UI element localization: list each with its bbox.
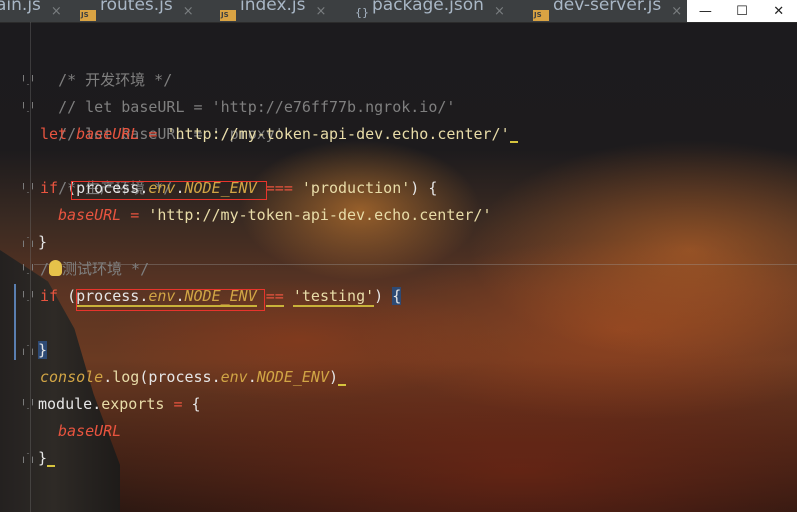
code-line[interactable]: /* 生产环境 */ bbox=[40, 148, 172, 197]
js-file-icon: JS bbox=[80, 9, 96, 21]
code-line[interactable]: // let baseURL = 'http://e76ff77b.ngrok.… bbox=[40, 67, 455, 116]
tab-label: dev-server.js bbox=[553, 0, 662, 15]
operator: = bbox=[130, 206, 140, 224]
close-icon[interactable]: × bbox=[183, 4, 194, 19]
code-line[interactable]: /* 开发环境 */ bbox=[40, 40, 172, 89]
comment: 测试环境 */ bbox=[62, 260, 150, 278]
string: 'production' bbox=[301, 179, 411, 197]
variable: baseURL bbox=[58, 206, 122, 224]
code-line[interactable]: let baseURL = 'http://my-token-api-dev.e… bbox=[40, 121, 518, 148]
matched-brace: { bbox=[392, 287, 402, 305]
lightbulb-icon[interactable] bbox=[49, 260, 63, 276]
code-line[interactable]: baseURL bbox=[58, 418, 121, 445]
tab-label: ain.js bbox=[0, 0, 41, 15]
code-line[interactable]: } bbox=[38, 337, 48, 364]
identifier: console bbox=[40, 368, 104, 386]
identifier: env bbox=[148, 287, 176, 307]
string: 'testing' bbox=[292, 287, 375, 307]
close-icon[interactable]: × bbox=[316, 4, 327, 19]
text-cursor bbox=[338, 384, 347, 386]
identifier: process bbox=[76, 179, 140, 197]
method: log bbox=[112, 368, 140, 386]
tab-routes-js[interactable]: JS routes.js × bbox=[80, 0, 194, 22]
brace: } bbox=[38, 233, 48, 251]
code-line[interactable]: module.exports = { bbox=[38, 391, 201, 418]
matched-brace: } bbox=[38, 341, 48, 359]
property: exports bbox=[101, 395, 165, 413]
code-line[interactable]: if (process.env.NODE_ENV == 'testing') { bbox=[40, 283, 402, 310]
operator: = bbox=[148, 125, 158, 143]
code-line[interactable]: if (process.env.NODE_ENV === 'production… bbox=[40, 175, 437, 202]
operator: = bbox=[173, 395, 183, 413]
minimize-icon[interactable]: — bbox=[690, 4, 720, 19]
identifier: process bbox=[148, 368, 212, 386]
string: 'http://my-token-api-dev.echo.center/' bbox=[148, 206, 492, 224]
brace: } bbox=[38, 449, 48, 467]
variable: baseURL bbox=[58, 422, 122, 440]
code-line[interactable]: baseURL = 'http://my-token-api-dev.echo.… bbox=[58, 202, 491, 229]
code-line[interactable]: / 测试环境 */ bbox=[40, 256, 149, 283]
code-line[interactable]: } bbox=[38, 445, 56, 472]
keyword: if bbox=[40, 287, 59, 305]
variable: baseURL bbox=[76, 125, 140, 143]
tab-label: index.js bbox=[240, 0, 306, 15]
window-controls: — ☐ ✕ bbox=[687, 0, 797, 22]
identifier: NODE_ENV bbox=[184, 287, 257, 307]
tab-index-js[interactable]: JS index.js × bbox=[220, 0, 326, 22]
tab-label: routes.js bbox=[100, 0, 173, 15]
maximize-icon[interactable]: ☐ bbox=[727, 4, 757, 19]
json-file-icon: {} bbox=[355, 6, 369, 19]
text-cursor bbox=[509, 141, 518, 143]
keyword: if bbox=[40, 179, 59, 197]
identifier: NODE_ENV bbox=[184, 179, 257, 197]
js-file-icon: JS bbox=[220, 9, 236, 21]
tab-package-json[interactable]: {} package.json × bbox=[355, 0, 505, 22]
js-file-icon: JS bbox=[533, 9, 549, 21]
close-icon[interactable]: × bbox=[51, 4, 62, 19]
editor-tab-bar: ain.js × JS routes.js × JS index.js × {}… bbox=[0, 0, 797, 23]
current-block-indicator bbox=[14, 284, 16, 360]
code-line[interactable]: } bbox=[38, 229, 47, 256]
identifier: env bbox=[220, 368, 248, 386]
text-cursor bbox=[47, 465, 56, 467]
identifier: NODE_ENV bbox=[256, 368, 329, 386]
code-line[interactable]: // let baseURL = '/proxy' bbox=[40, 94, 284, 143]
identifier: env bbox=[148, 179, 176, 197]
close-icon[interactable]: × bbox=[671, 4, 682, 19]
string: 'http://my-token-api-dev.echo.center/' bbox=[166, 125, 510, 143]
tab-dev-server-js[interactable]: JS dev-server.js × bbox=[533, 0, 682, 22]
close-window-icon[interactable]: ✕ bbox=[764, 4, 794, 19]
tab-label: package.json bbox=[372, 0, 484, 15]
operator: == bbox=[265, 287, 284, 307]
close-icon[interactable]: × bbox=[494, 4, 505, 19]
identifier: process bbox=[76, 287, 140, 307]
keyword: let bbox=[40, 125, 68, 143]
tab-main-js[interactable]: ain.js × bbox=[0, 0, 62, 22]
identifier: module bbox=[38, 395, 93, 413]
code-line[interactable]: console.log(process.env.NODE_ENV) bbox=[40, 364, 347, 391]
operator: === bbox=[265, 179, 293, 197]
